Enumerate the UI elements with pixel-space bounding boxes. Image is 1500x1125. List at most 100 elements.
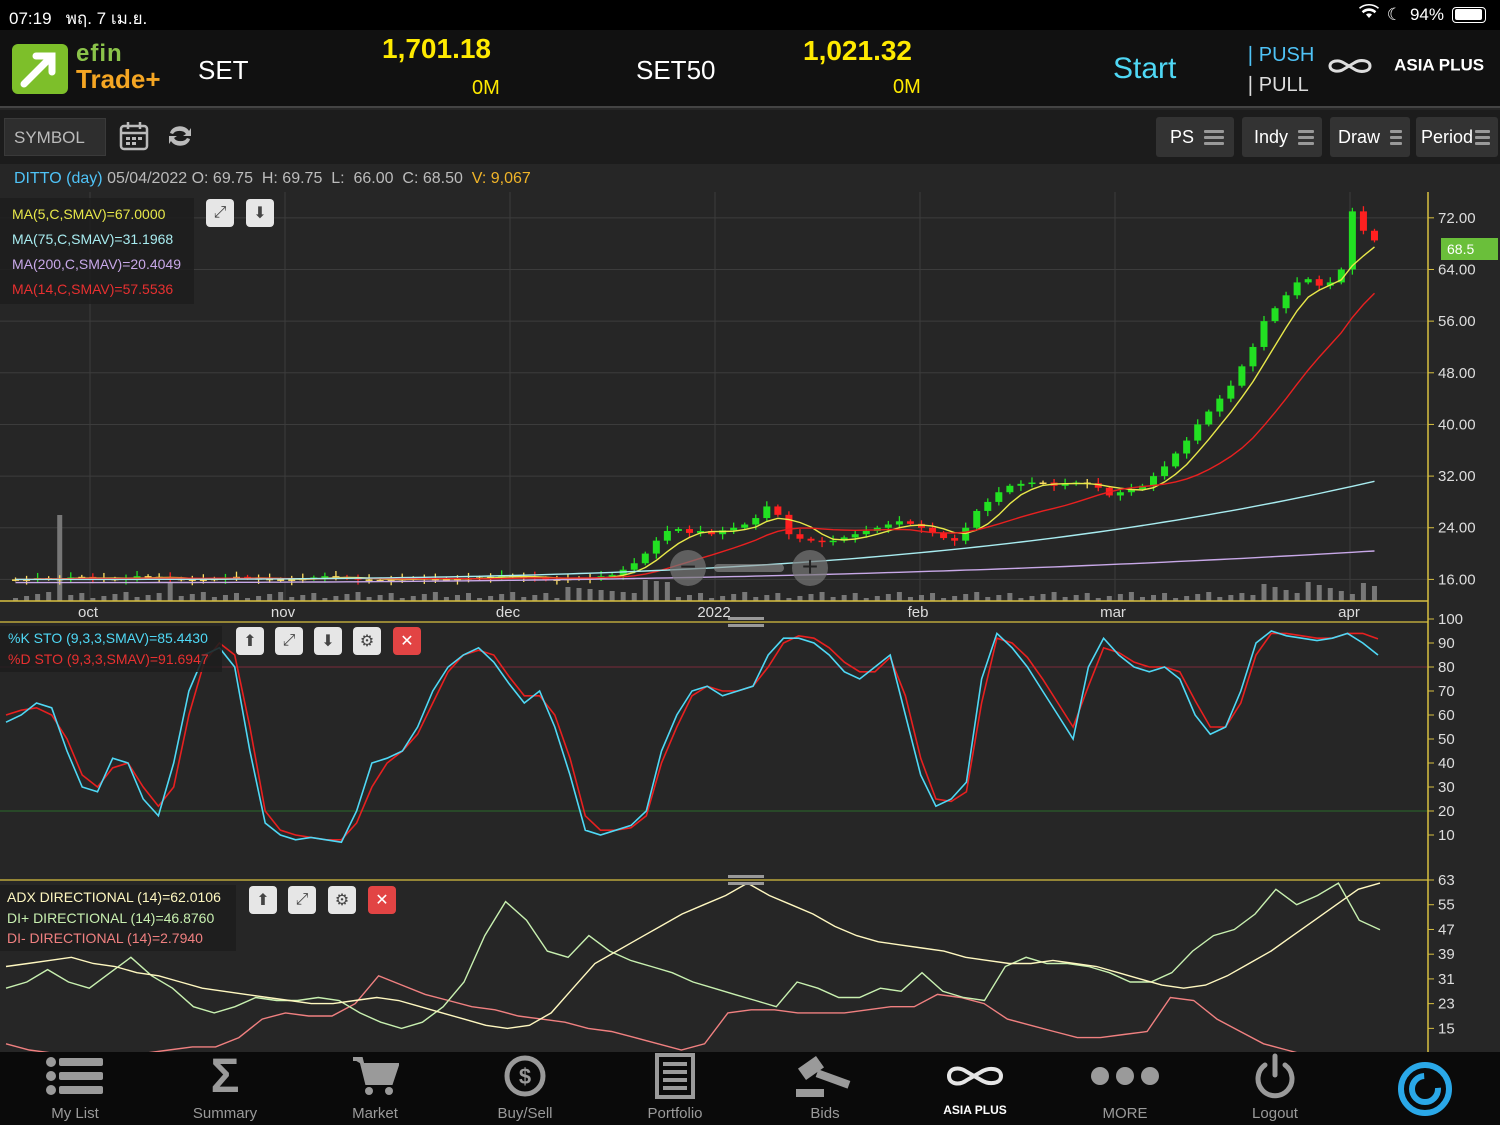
zoom-in-button[interactable]: + xyxy=(792,550,828,586)
period-menu-button[interactable]: Period xyxy=(1416,117,1498,157)
power-icon xyxy=(1255,1053,1295,1099)
volume-bar xyxy=(35,594,41,601)
expand-icon[interactable]: ⤢ xyxy=(206,199,234,227)
nav-buy-sell[interactable]: $ Buy/Sell xyxy=(450,1052,600,1125)
battery-percent: 94% xyxy=(1409,4,1444,24)
start-button[interactable]: Start xyxy=(1113,52,1176,86)
candle-body xyxy=(1260,321,1268,347)
swirl-icon xyxy=(1398,1061,1452,1116)
index-set-name[interactable]: SET xyxy=(198,55,249,86)
candle-body xyxy=(906,521,914,524)
volume-bar xyxy=(930,593,936,601)
nav-portfolio[interactable]: Portfolio xyxy=(600,1052,750,1125)
volume-bar xyxy=(1040,594,1046,601)
expand-icon[interactable]: ⤢ xyxy=(288,886,316,914)
volume-bar xyxy=(79,593,85,601)
volume-bar xyxy=(1283,590,1289,601)
draw-menu-button[interactable]: Draw xyxy=(1330,117,1410,157)
close-icon[interactable]: ✕ xyxy=(393,627,421,655)
resize-handle xyxy=(728,617,764,620)
volume-bar xyxy=(764,595,770,601)
volume-bar xyxy=(576,588,582,601)
move-down-icon[interactable]: ⬇ xyxy=(246,199,274,227)
ps-menu-button[interactable]: PS xyxy=(1156,117,1234,157)
volume-bar xyxy=(432,592,438,601)
more-dots-icon xyxy=(1091,1067,1159,1085)
settings-gear-icon[interactable]: ⚙ xyxy=(353,627,381,655)
nav-summary[interactable]: Σ Summary xyxy=(150,1050,300,1125)
indy-menu-button[interactable]: Indy xyxy=(1242,117,1322,157)
pull-toggle[interactable]: ❘PULL xyxy=(1242,72,1309,97)
nav-more[interactable]: MORE xyxy=(1050,1052,1200,1125)
menu-icon xyxy=(1204,127,1225,148)
refresh-icon[interactable] xyxy=(164,120,196,157)
move-down-icon[interactable]: ⬇ xyxy=(314,627,342,655)
sto-tick-label: 20 xyxy=(1438,803,1455,820)
nav-asia-plus[interactable]: ASIA PLUS xyxy=(900,1052,1050,1125)
push-toggle[interactable]: ❘PUSH xyxy=(1242,42,1314,67)
adx-tick-label: 23 xyxy=(1438,996,1455,1013)
candle-body xyxy=(663,530,671,541)
legend-ma200: MA(200,C,SMAV)=20.4049 xyxy=(12,256,181,272)
nav-my-list[interactable]: My List xyxy=(0,1052,150,1125)
info-low: L: 66.00 xyxy=(331,170,394,187)
volume-bar xyxy=(1338,591,1344,601)
adx-tick-label: 55 xyxy=(1438,897,1455,914)
volume-bar xyxy=(841,595,847,601)
last-price-badge: 68.5 xyxy=(1441,238,1498,260)
candle-body xyxy=(796,534,804,539)
calendar-icon[interactable] xyxy=(118,120,150,157)
candle-body xyxy=(1348,211,1356,270)
close-icon[interactable]: ✕ xyxy=(368,886,396,914)
move-up-icon[interactable]: ⬆ xyxy=(236,627,264,655)
cart-icon xyxy=(353,1057,399,1095)
volume-bar xyxy=(1261,584,1267,601)
candle-body xyxy=(962,527,970,541)
expand-icon[interactable]: ⤢ xyxy=(275,627,303,655)
index-set50-name[interactable]: SET50 xyxy=(636,55,716,86)
x-tick-label: apr xyxy=(1338,604,1360,621)
volume-bar xyxy=(598,590,604,601)
volume-bar xyxy=(267,594,273,601)
svg-text:$: $ xyxy=(519,1064,531,1089)
candle-body xyxy=(884,524,892,528)
nav-market[interactable]: Market xyxy=(300,1052,450,1125)
price-tick-label: 72.00 xyxy=(1438,210,1476,227)
sto-tick-label: 40 xyxy=(1438,755,1455,772)
volume-bar xyxy=(1073,595,1079,601)
nav-bids[interactable]: Bids xyxy=(750,1052,900,1125)
volume-bar xyxy=(686,595,692,601)
candle-body xyxy=(741,524,749,528)
volume-bar xyxy=(1084,593,1090,601)
nav-asiaplus-circle[interactable] xyxy=(1350,1052,1500,1125)
volume-bar xyxy=(233,593,239,601)
settings-gear-icon[interactable]: ⚙ xyxy=(328,886,356,914)
efin-logo[interactable] xyxy=(12,44,68,94)
volume-bar xyxy=(167,583,173,601)
symbol-input[interactable]: SYMBOL xyxy=(4,118,106,156)
candle-body xyxy=(829,540,837,543)
volume-bar xyxy=(388,593,394,601)
volume-bar xyxy=(311,593,317,601)
candle-body xyxy=(630,563,638,570)
volume-bar xyxy=(377,595,383,601)
candle-body xyxy=(1116,492,1124,496)
gavel-icon xyxy=(796,1055,851,1097)
volume-bar xyxy=(1371,586,1377,601)
zoom-slider[interactable] xyxy=(714,564,784,572)
nav-logout[interactable]: Logout xyxy=(1200,1052,1350,1125)
volume-bar xyxy=(300,595,306,601)
x-tick-label: mar xyxy=(1100,604,1126,621)
volume-bar xyxy=(896,592,902,601)
candle-body xyxy=(973,510,981,528)
app: 07:19 พฤ. 7 เม.ย. ☾ 94% efin Trade+ SET … xyxy=(0,0,1500,1125)
zoom-out-button[interactable]: − xyxy=(670,550,706,586)
volume-bar xyxy=(532,595,538,601)
volume-bar xyxy=(1162,593,1168,601)
adx-tick-label: 31 xyxy=(1438,971,1455,988)
volume-bar xyxy=(344,594,350,601)
move-up-icon[interactable]: ⬆ xyxy=(249,886,277,914)
price-tick-label: 40.00 xyxy=(1438,416,1476,433)
price-tick-label: 32.00 xyxy=(1438,468,1476,485)
candle-body xyxy=(1039,482,1047,485)
